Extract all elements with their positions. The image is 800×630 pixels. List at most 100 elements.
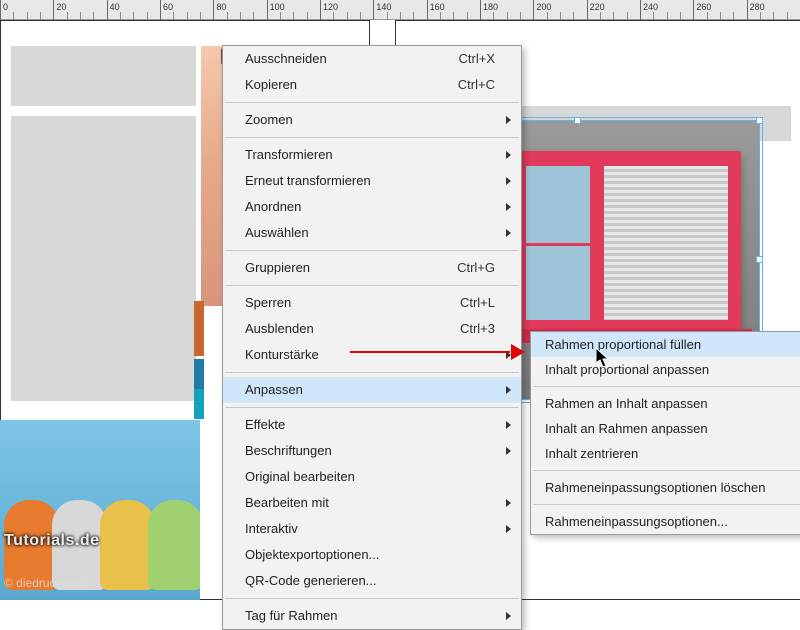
submenu-arrow-icon [506, 177, 511, 185]
menu-item-label: Beschriftungen [245, 443, 332, 458]
submenu-item[interactable]: Rahmen an Inhalt anpassen [531, 391, 800, 416]
menu-item-label: QR-Code generieren... [245, 573, 377, 588]
submenu-arrow-icon [506, 612, 511, 620]
menu-item[interactable]: Auswählen [223, 220, 521, 246]
image-sliver [194, 389, 204, 419]
horizontal-ruler[interactable]: 020406080100120140160180200220240260280 [0, 0, 800, 20]
menu-item-label: Ausblenden [245, 321, 314, 336]
menu-item[interactable]: Objektexportoptionen... [223, 542, 521, 568]
menu-item-shortcut: Ctrl+L [460, 290, 495, 316]
ruler-tick: 120 [320, 0, 321, 20]
image-frame-kids[interactable]: Tutorials.de © diedruckerei [0, 420, 200, 600]
image-sliver [194, 301, 204, 356]
menu-separator [225, 372, 519, 373]
menu-item-label: Anpassen [245, 382, 303, 397]
menu-item-label: Tag für Rahmen [245, 608, 338, 623]
menu-item-label: Kopieren [245, 77, 297, 92]
ruler-tick: 100 [267, 0, 268, 20]
placeholder-frame [11, 46, 196, 106]
menu-item-label: Zoomen [245, 112, 293, 127]
menu-item[interactable]: Original bearbeiten [223, 464, 521, 490]
selection-handle[interactable] [574, 117, 581, 124]
image-content [148, 500, 200, 590]
menu-item[interactable]: SperrenCtrl+L [223, 290, 521, 316]
menu-item-label: Objektexportoptionen... [245, 547, 379, 562]
selection-handle[interactable] [756, 256, 763, 263]
image-content [511, 151, 741, 331]
submenu-item[interactable]: Rahmen proportional füllen [531, 332, 800, 357]
ruler-tick: 140 [373, 0, 374, 20]
submenu-item[interactable]: Inhalt an Rahmen anpassen [531, 416, 800, 441]
selection-handle[interactable] [756, 117, 763, 124]
menu-item-label: Konturstärke [245, 347, 319, 362]
submenu-anpassen[interactable]: Rahmen proportional füllenInhalt proport… [530, 331, 800, 535]
menu-separator [225, 137, 519, 138]
image-content [523, 163, 593, 323]
submenu-arrow-icon [506, 203, 511, 211]
menu-separator [225, 250, 519, 251]
image-sliver [194, 359, 204, 389]
submenu-arrow-icon [506, 525, 511, 533]
menu-item[interactable]: GruppierenCtrl+G [223, 255, 521, 281]
ruler-tick: 200 [533, 0, 534, 20]
submenu-arrow-icon [506, 499, 511, 507]
menu-item[interactable]: Konturstärke [223, 342, 521, 368]
menu-item[interactable]: Interaktiv [223, 516, 521, 542]
menu-item[interactable]: Ausblenden Ctrl+3 [223, 316, 521, 342]
ruler-tick: 240 [640, 0, 641, 20]
menu-item[interactable]: Anordnen [223, 194, 521, 220]
menu-item[interactable]: Anpassen [223, 377, 521, 403]
ruler-tick: 280 [747, 0, 748, 20]
menu-item-label: Transformieren [245, 147, 333, 162]
menu-item[interactable]: Zoomen [223, 107, 521, 133]
submenu-arrow-icon [506, 386, 511, 394]
submenu-arrow-icon [506, 151, 511, 159]
cursor-icon [596, 348, 610, 368]
menu-separator [225, 598, 519, 599]
submenu-item[interactable]: Rahmeneinpassungsoptionen... [531, 509, 800, 534]
menu-item-shortcut: Ctrl+C [458, 72, 495, 98]
menu-item-label: Gruppieren [245, 260, 310, 275]
menu-item-label: Bearbeiten mit [245, 495, 329, 510]
menu-item-label: Effekte [245, 417, 285, 432]
watermark-tutorials: Tutorials.de [4, 532, 100, 550]
image-content [100, 500, 155, 590]
menu-item[interactable]: Bearbeiten mit [223, 490, 521, 516]
menu-item[interactable]: Ausschneiden Ctrl+X [223, 46, 521, 72]
submenu-item[interactable]: Inhalt zentrieren [531, 441, 800, 466]
submenu-item[interactable]: Inhalt proportional anpassen [531, 357, 800, 382]
menu-item[interactable]: Transformieren [223, 142, 521, 168]
menu-separator [533, 386, 800, 387]
ruler-tick: 0 [0, 0, 1, 20]
placeholder-frame [11, 116, 196, 401]
menu-separator [225, 285, 519, 286]
menu-item-label: Anordnen [245, 199, 301, 214]
menu-item-label: Ausschneiden [245, 51, 327, 66]
submenu-arrow-icon [506, 229, 511, 237]
submenu-arrow-icon [506, 447, 511, 455]
ruler-tick: 40 [107, 0, 108, 20]
menu-item[interactable]: Effekte [223, 412, 521, 438]
menu-item-label: Original bearbeiten [245, 469, 355, 484]
ruler-tick: 80 [213, 0, 214, 20]
submenu-arrow-icon [506, 116, 511, 124]
menu-item-label: Auswählen [245, 225, 309, 240]
ruler-tick: 220 [587, 0, 588, 20]
menu-item[interactable]: Beschriftungen [223, 438, 521, 464]
ruler-tick: 160 [427, 0, 428, 20]
menu-separator [225, 102, 519, 103]
ruler-tick: 60 [160, 0, 161, 20]
image-content [601, 163, 731, 323]
menu-item-label: Erneut transformieren [245, 173, 371, 188]
menu-item-shortcut: Ctrl+X [459, 46, 495, 72]
menu-item[interactable]: Erneut transformieren [223, 168, 521, 194]
menu-item[interactable]: Kopieren Ctrl+C [223, 72, 521, 98]
ruler-tick: 260 [693, 0, 694, 20]
context-menu[interactable]: Ausschneiden Ctrl+X Kopieren Ctrl+C Zoomen Tr… [222, 45, 522, 630]
menu-item-shortcut: Ctrl+3 [460, 316, 495, 342]
menu-item[interactable]: Tag für Rahmen [223, 603, 521, 629]
ruler-tick: 180 [480, 0, 481, 20]
menu-separator [533, 470, 800, 471]
submenu-item[interactable]: Rahmeneinpassungsoptionen löschen [531, 475, 800, 500]
menu-item[interactable]: QR-Code generieren... [223, 568, 521, 594]
